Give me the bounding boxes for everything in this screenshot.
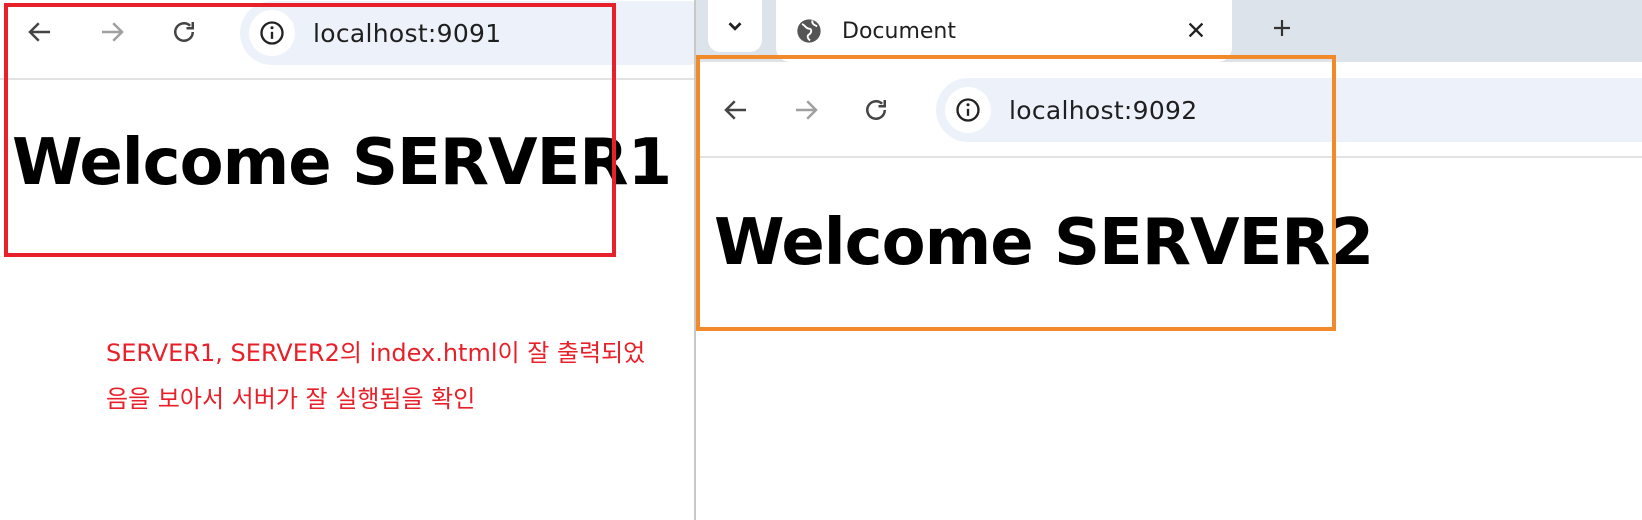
- arrow-right-icon: [102, 22, 124, 42]
- reload-button[interactable]: [856, 90, 896, 130]
- new-tab-button[interactable]: [1262, 8, 1302, 48]
- arrow-right-icon: [796, 100, 818, 120]
- page-heading: Welcome SERVER1: [12, 126, 672, 200]
- arrow-left-icon: [28, 22, 50, 42]
- plus-icon: [1274, 20, 1290, 36]
- left-toolbar: localhost:9091: [0, 0, 694, 80]
- tab-close-button[interactable]: [1180, 14, 1212, 46]
- reload-button[interactable]: [164, 12, 204, 52]
- tab-search-button[interactable]: [708, 0, 762, 52]
- url-text: localhost:9091: [313, 18, 502, 48]
- info-circle-icon: [956, 98, 980, 122]
- back-button[interactable]: [716, 90, 756, 130]
- close-icon: [1188, 22, 1204, 38]
- tab-strip: Document: [696, 0, 1642, 62]
- right-toolbar: localhost:9092: [696, 62, 1642, 158]
- right-browser-window: Document localhost:9092 Welcome SERVER2: [694, 0, 1642, 520]
- reload-icon: [866, 100, 886, 120]
- annotation-note: SERVER1, SERVER2의 index.html이 잘 출력되었 음을 …: [106, 330, 666, 422]
- url-text: localhost:9092: [1009, 95, 1198, 125]
- chevron-down-icon: [728, 22, 742, 31]
- back-button[interactable]: [20, 12, 60, 52]
- annotation-line-2: 음을 보아서 서버가 잘 실행됨을 확인: [106, 385, 476, 413]
- info-circle-icon: [260, 21, 284, 45]
- tab-document[interactable]: Document: [776, 0, 1232, 62]
- arrow-left-icon: [724, 100, 746, 120]
- tab-title: Document: [842, 18, 956, 44]
- address-bar[interactable]: localhost:9092: [936, 78, 1642, 142]
- reload-icon: [174, 22, 194, 42]
- site-info-button[interactable]: [249, 10, 295, 56]
- site-info-button[interactable]: [945, 87, 991, 133]
- page-heading: Welcome SERVER2: [714, 206, 1374, 280]
- left-browser-window: localhost:9091 Welcome SERVER1 SERVER1, …: [0, 0, 694, 520]
- forward-button[interactable]: [92, 12, 132, 52]
- globe-icon: [794, 16, 824, 46]
- forward-button[interactable]: [786, 90, 826, 130]
- annotation-line-1: SERVER1, SERVER2의 index.html이 잘 출력되었: [106, 339, 646, 367]
- address-bar[interactable]: localhost:9091: [240, 1, 694, 65]
